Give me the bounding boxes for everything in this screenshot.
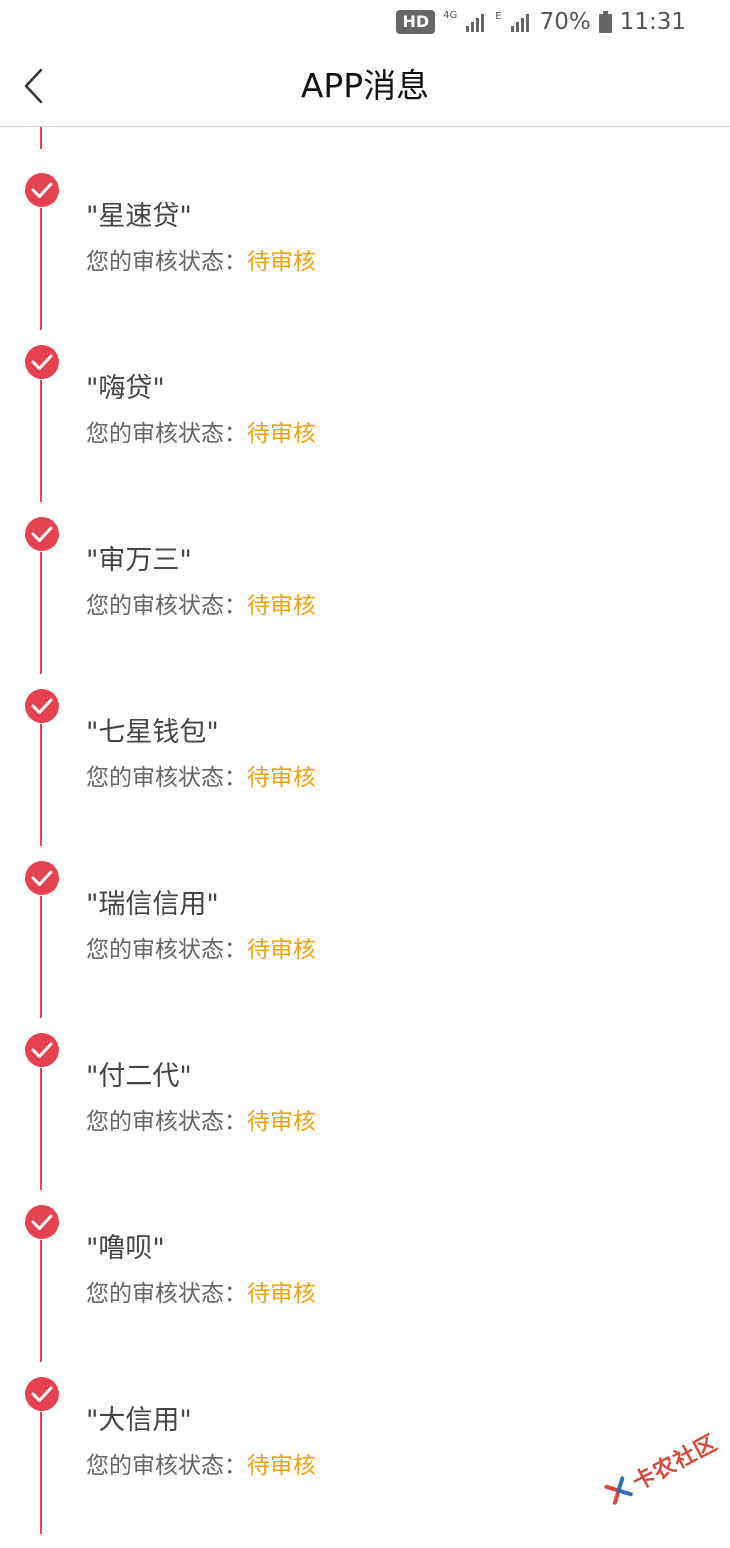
status-label: 您的审核状态： (86, 593, 247, 619)
check-circle-icon (25, 173, 59, 207)
status-label: 您的审核状态： (86, 1109, 247, 1135)
signal-icon-2 (510, 14, 529, 32)
review-status: 您的审核状态：待审核 (86, 414, 316, 448)
app-name: "审万三" (86, 545, 192, 576)
review-status: 您的审核状态：待审核 (86, 758, 316, 792)
status-label: 您的审核状态： (86, 249, 247, 275)
status-value: 待审核 (247, 421, 316, 447)
review-status: 您的审核状态：待审核 (86, 586, 316, 620)
list-item[interactable]: "七星钱包" 您的审核状态：待审核 (0, 688, 730, 860)
status-label: 您的审核状态： (86, 1281, 247, 1307)
app-name: "嗨贷" (86, 373, 165, 404)
battery-icon (598, 11, 612, 33)
list-item[interactable]: "付二代" 您的审核状态：待审核 (0, 1032, 730, 1204)
signal-icon (466, 14, 485, 32)
app-header: APP消息 (0, 46, 730, 127)
timeline-line (40, 552, 42, 674)
review-status: 您的审核状态：待审核 (86, 1446, 316, 1480)
check-circle-icon (25, 861, 59, 895)
status-value: 待审核 (247, 593, 316, 619)
status-value: 待审核 (247, 1453, 316, 1479)
status-value: 待审核 (247, 765, 316, 791)
list-item[interactable]: "噜呗" 您的审核状态：待审核 (0, 1204, 730, 1376)
timeline-line (40, 1240, 42, 1362)
app-name: "付二代" (86, 1061, 192, 1092)
status-value: 待审核 (247, 1281, 316, 1307)
status-bar: HD 4G E 70% 11:31 (0, 0, 730, 46)
network-e-label: E (495, 10, 502, 22)
review-status: 您的审核状态：待审核 (86, 1102, 316, 1136)
app-name: "大信用" (86, 1405, 192, 1436)
timeline-line (40, 896, 42, 1018)
app-name: "星速贷" (86, 201, 192, 232)
timeline-line (40, 380, 42, 502)
status-value: 待审核 (247, 937, 316, 963)
network-4g-label: 4G (443, 10, 458, 21)
list-item[interactable]: "审万三" 您的审核状态：待审核 (0, 516, 730, 688)
list-item[interactable]: "星速贷" 您的审核状态：待审核 (0, 172, 730, 344)
app-name: "噜呗" (86, 1233, 165, 1264)
status-value: 待审核 (247, 1109, 316, 1135)
status-label: 您的审核状态： (86, 765, 247, 791)
check-circle-icon (25, 345, 59, 379)
clock: 11:31 (619, 9, 686, 35)
app-name: "七星钱包" (86, 717, 219, 748)
list-item[interactable]: "大信用" 您的审核状态：待审核 (0, 1376, 730, 1548)
timeline-line (40, 208, 42, 330)
timeline-line (40, 127, 42, 149)
check-circle-icon (25, 1033, 59, 1067)
review-status: 您的审核状态：待审核 (86, 242, 316, 276)
review-status: 您的审核状态：待审核 (86, 1274, 316, 1308)
status-label: 您的审核状态： (86, 1453, 247, 1479)
list-item[interactable]: "嗨贷" 您的审核状态：待审核 (0, 344, 730, 516)
check-circle-icon (25, 689, 59, 723)
page-title: APP消息 (300, 66, 430, 105)
review-status: 您的审核状态：待审核 (86, 930, 316, 964)
status-value: 待审核 (247, 249, 316, 275)
message-timeline: "星速贷" 您的审核状态：待审核 "嗨贷" 您的审核状态：待审核 "审万三" 您… (0, 127, 730, 1534)
hd-badge: HD (396, 10, 436, 34)
app-name: "瑞信信用" (86, 889, 219, 920)
status-label: 您的审核状态： (86, 421, 247, 447)
check-circle-icon (25, 1205, 59, 1239)
check-circle-icon (25, 1377, 59, 1411)
status-label: 您的审核状态： (86, 937, 247, 963)
list-item[interactable]: "瑞信信用" 您的审核状态：待审核 (0, 860, 730, 1032)
battery-percent: 70% (539, 9, 591, 35)
timeline-line (40, 1412, 42, 1534)
timeline-line (40, 1068, 42, 1190)
timeline-line (40, 724, 42, 846)
status-icons: HD 4G E 70% 11:31 (396, 6, 686, 38)
check-circle-icon (25, 517, 59, 551)
